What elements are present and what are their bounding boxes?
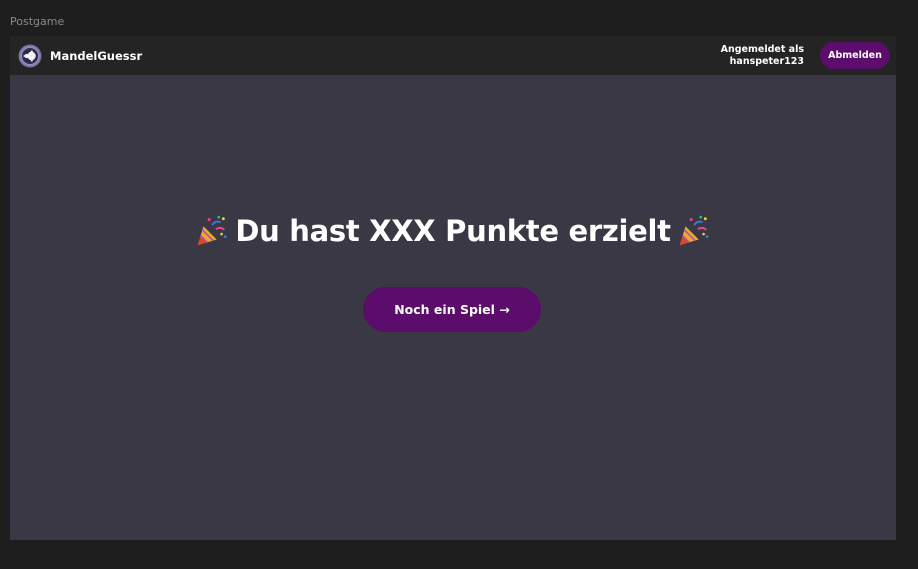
username: hanspeter123 [729, 56, 804, 67]
party-popper-icon [198, 215, 227, 246]
logout-button[interactable]: Abmelden [820, 42, 890, 69]
party-popper-icon [679, 215, 709, 246]
user-info: Angemeldet als hanspeter123 [721, 44, 804, 68]
top-navbar: MandelGuessr Angemeldet als hanspeter123… [10, 36, 896, 75]
brand-name: MandelGuessr [50, 49, 143, 63]
logged-in-label: Angemeldet als [720, 44, 804, 55]
mandelbrot-logo-icon [18, 44, 42, 68]
play-again-button[interactable]: Noch ein Spiel → [363, 287, 541, 332]
frame-label: Postgame [10, 15, 65, 28]
score-text: Du hast XXX Punkte erzielt [235, 214, 671, 248]
postgame-frame: MandelGuessr Angemeldet als hanspeter123… [10, 36, 896, 540]
brand[interactable]: MandelGuessr [18, 44, 142, 68]
score-headline: Du hast XXX Punkte erzielt [10, 214, 896, 248]
